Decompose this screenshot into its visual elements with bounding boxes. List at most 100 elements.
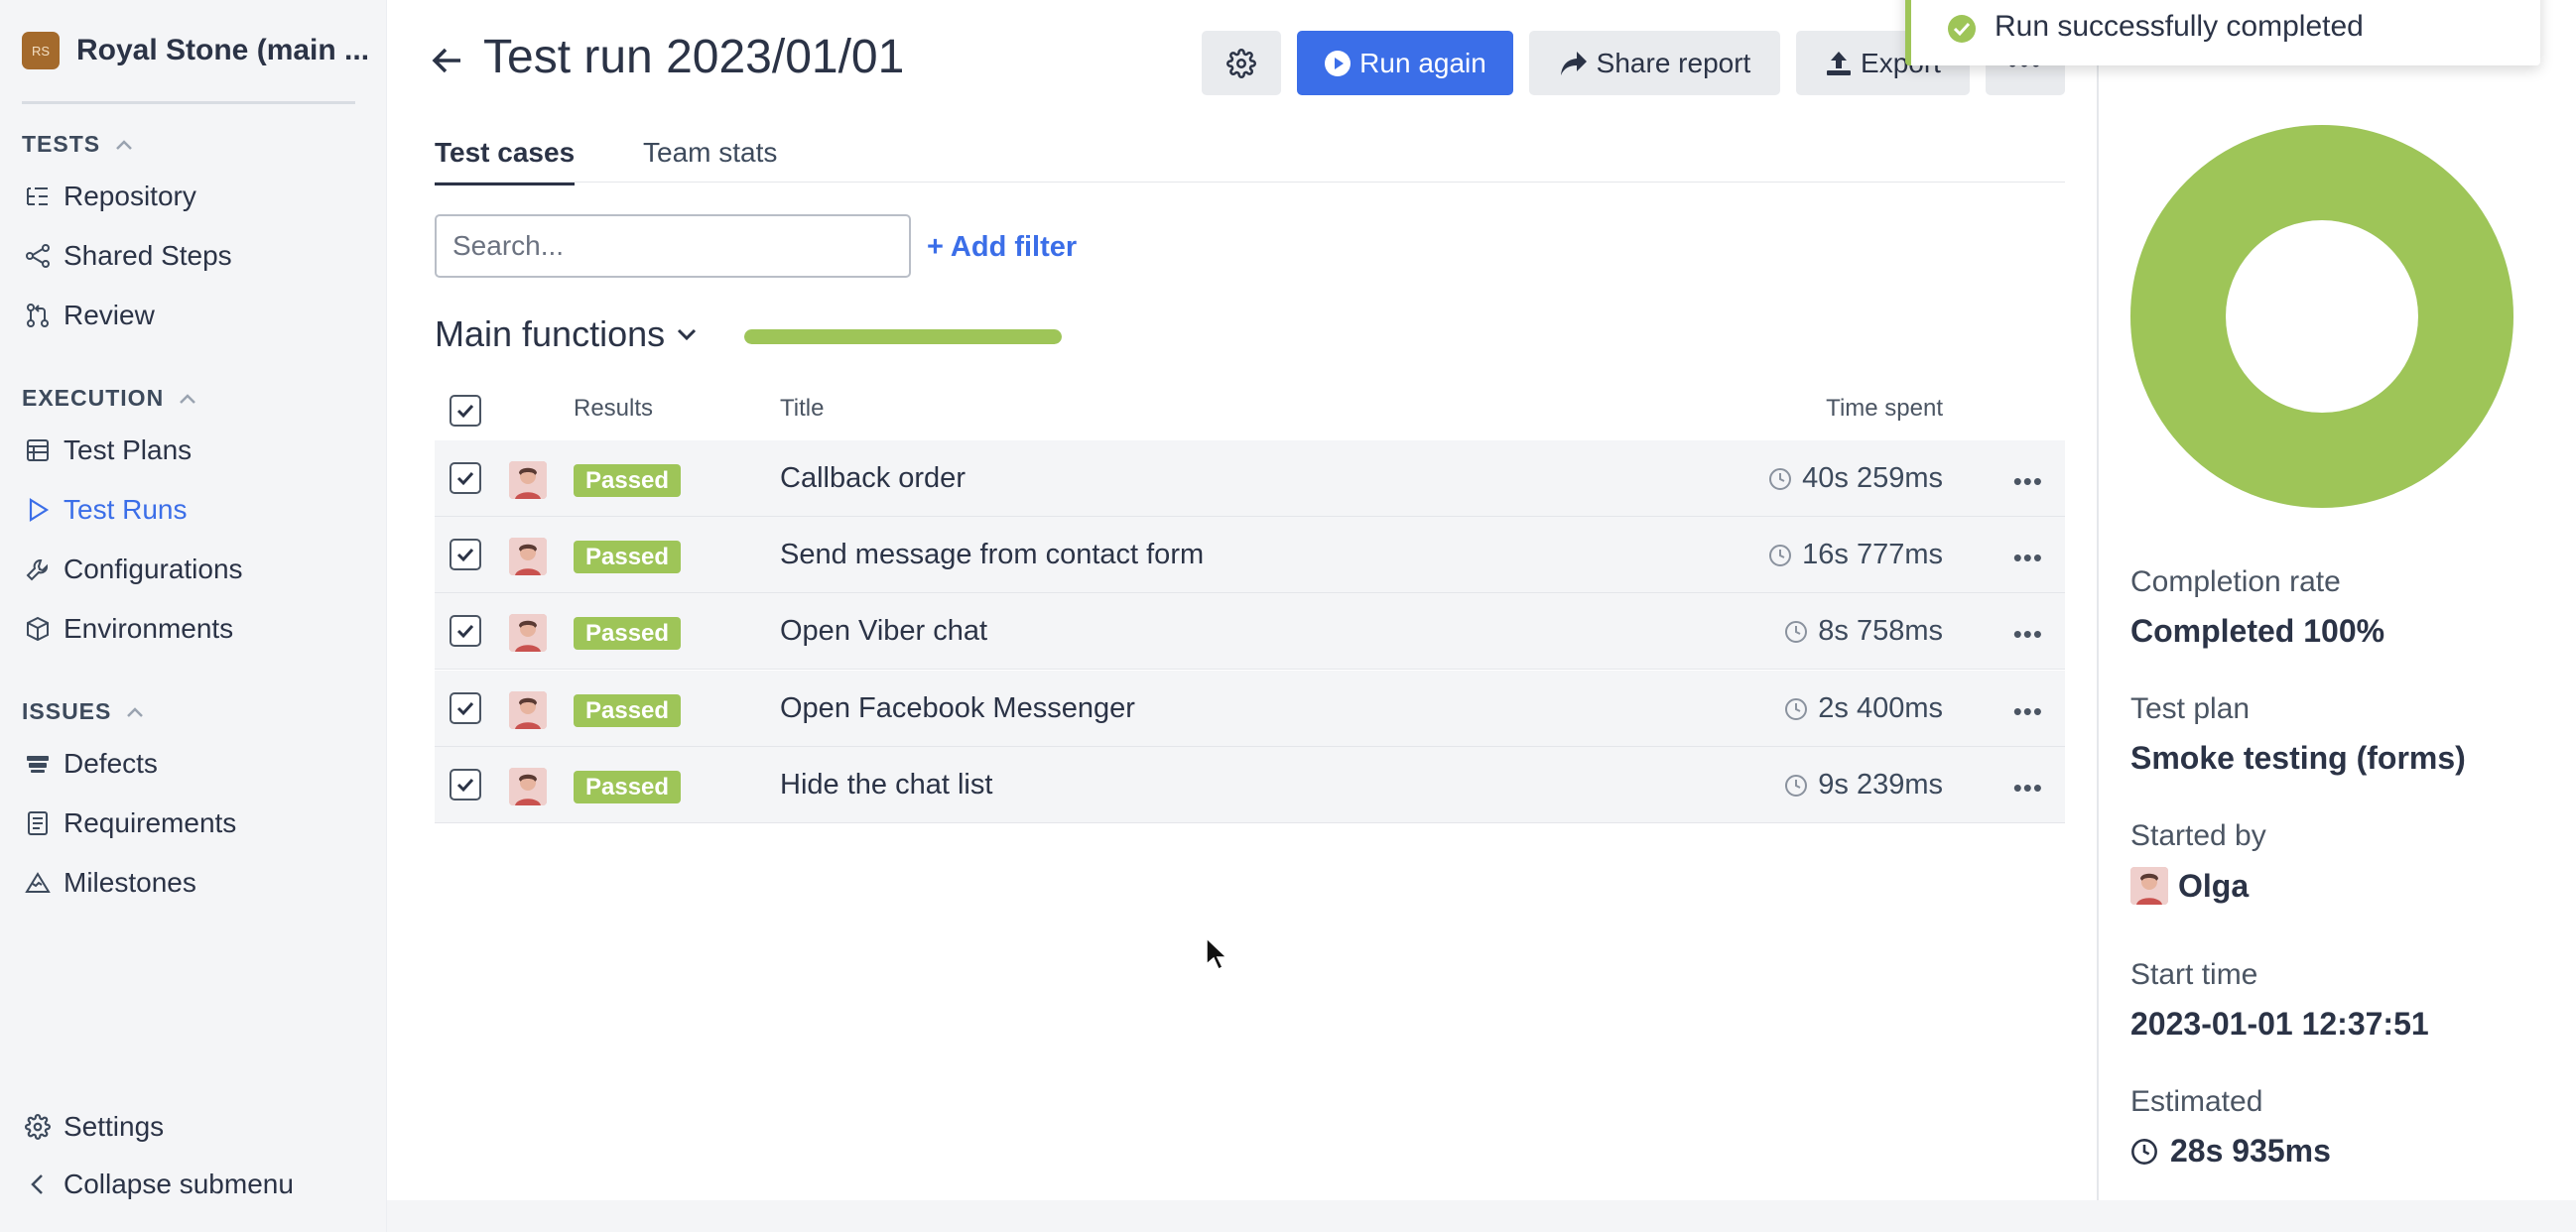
row-checkbox[interactable] [450, 462, 481, 494]
sidebar-item-label: Configurations [64, 554, 243, 584]
table-icon [22, 434, 54, 466]
play-icon [22, 494, 54, 526]
select-all-checkbox[interactable] [450, 395, 481, 427]
share-icon [1560, 51, 1587, 75]
group-progress-bar [744, 329, 1062, 344]
table-row[interactable]: Passed Open Facebook Messenger 2s 400ms … [435, 671, 2065, 747]
group-toggle[interactable]: Main functions [435, 313, 699, 355]
started-by-value: Olga [2130, 867, 2249, 905]
test-plan-value[interactable]: Smoke testing (forms) [2130, 740, 2466, 777]
tab-test-cases[interactable]: Test cases [435, 137, 576, 185]
test-case-title[interactable]: Open Facebook Messenger [780, 692, 1135, 725]
row-checkbox[interactable] [450, 769, 481, 801]
column-results[interactable]: Results [574, 395, 653, 423]
sidebar-item-milestones[interactable]: Milestones [22, 867, 196, 899]
divider [22, 101, 355, 104]
project-switcher[interactable]: RS Royal Stone (main ... [22, 32, 369, 69]
sidebar-item-label: Repository [64, 181, 196, 211]
shared-steps-icon [22, 240, 54, 272]
avatar [509, 691, 547, 729]
gear-icon [22, 1111, 54, 1143]
row-actions-button[interactable]: ••• [2013, 773, 2043, 803]
completion-donut-chart [2130, 125, 2513, 508]
search-input[interactable] [435, 214, 911, 278]
sidebar-settings[interactable]: Settings [22, 1111, 164, 1143]
tab-team-stats[interactable]: Team stats [643, 137, 777, 169]
add-filter-button[interactable]: + Add filter [927, 231, 1077, 264]
test-case-title[interactable]: Send message from contact form [780, 539, 1204, 571]
check-icon [456, 404, 474, 419]
row-actions-button[interactable]: ••• [2013, 543, 2043, 573]
sidebar-item-label: Milestones [64, 867, 196, 898]
arrow-left-icon [432, 48, 460, 73]
time-spent: 40s 259ms [1768, 462, 1943, 495]
section-tests[interactable]: TESTS [22, 131, 134, 158]
column-time-spent[interactable]: Time spent [1826, 395, 1943, 423]
run-settings-button[interactable] [1202, 31, 1281, 95]
sidebar-item-review[interactable]: Review [22, 300, 155, 331]
start-time-value: 2023-01-01 12:37:51 [2130, 1006, 2429, 1042]
check-icon [456, 471, 474, 486]
clock-icon [1785, 774, 1808, 797]
sidebar-item-repository[interactable]: Repository [22, 181, 196, 212]
time-spent: 2s 400ms [1784, 692, 1943, 725]
test-case-title[interactable]: Hide the chat list [780, 769, 992, 801]
back-button[interactable] [431, 44, 464, 77]
sidebar-item-configurations[interactable]: Configurations [22, 554, 243, 585]
time-value: 40s 259ms [1802, 462, 1943, 494]
row-checkbox[interactable] [450, 615, 481, 647]
toast-message: Run successfully completed [1995, 10, 2364, 43]
collapse-submenu[interactable]: Collapse submenu [22, 1169, 294, 1200]
sidebar-item-label: Review [64, 300, 155, 330]
row-actions-button[interactable]: ••• [2013, 466, 2043, 497]
sidebar-item-label: Test Runs [64, 494, 188, 525]
sidebar-item-test-runs[interactable]: Test Runs [22, 494, 188, 526]
share-report-button[interactable]: Share report [1529, 31, 1780, 95]
sidebar-item-environments[interactable]: Environments [22, 613, 233, 645]
check-icon [456, 548, 474, 562]
table-header: Results Title Time spent [435, 385, 2065, 440]
sidebar-item-shared-steps[interactable]: Shared Steps [22, 240, 232, 272]
column-title[interactable]: Title [780, 395, 824, 423]
repository-icon [22, 181, 54, 212]
chevron-up-icon [127, 706, 144, 717]
upload-icon [1827, 51, 1852, 75]
run-again-button[interactable]: Run again [1297, 31, 1513, 95]
estimated-value: 28s 935ms [2130, 1133, 2331, 1170]
status-badge: Passed [574, 694, 682, 727]
row-checkbox[interactable] [450, 692, 481, 724]
row-actions-button[interactable]: ••• [2013, 619, 2043, 650]
chevron-down-icon [678, 328, 697, 341]
table-row[interactable]: Passed Hide the chat list 9s 239ms ••• [435, 747, 2065, 823]
mountain-icon [22, 867, 54, 899]
status-badge: Passed [574, 617, 682, 650]
row-checkbox[interactable] [450, 539, 481, 570]
group-progress-fill [744, 329, 1062, 344]
test-case-title[interactable]: Open Viber chat [780, 615, 987, 648]
check-icon [456, 778, 474, 793]
row-actions-button[interactable]: ••• [2013, 696, 2043, 727]
time-spent: 8s 758ms [1784, 615, 1943, 648]
section-execution[interactable]: EXECUTION [22, 385, 197, 412]
avatar [509, 768, 547, 805]
success-toast[interactable]: Run successfully completed [1905, 0, 2540, 65]
sidebar-item-requirements[interactable]: Requirements [22, 807, 236, 839]
estimated-label: Estimated [2130, 1085, 2263, 1118]
table-row[interactable]: Passed Open Viber chat 8s 758ms ••• [435, 593, 2065, 670]
sidebar-item-test-plans[interactable]: Test Plans [22, 434, 192, 466]
button-label: Share report [1596, 47, 1751, 78]
section-label: ISSUES [22, 698, 112, 724]
clock-icon [1769, 544, 1792, 566]
play-circle-icon [1325, 50, 1352, 76]
clock-icon [1785, 620, 1808, 643]
test-case-title[interactable]: Callback order [780, 462, 966, 495]
sidebar-item-defects[interactable]: Defects [22, 748, 158, 780]
sidebar-item-label: Requirements [64, 807, 237, 838]
cube-icon [22, 613, 54, 645]
avatar [509, 614, 547, 652]
table-row[interactable]: Passed Callback order 40s 259ms ••• [435, 440, 2065, 517]
run-details-panel: Test run Details Completion rate Complet… [2097, 0, 2576, 1200]
section-issues[interactable]: ISSUES [22, 698, 145, 725]
avatar [509, 461, 547, 499]
table-row[interactable]: Passed Send message from contact form 16… [435, 517, 2065, 593]
